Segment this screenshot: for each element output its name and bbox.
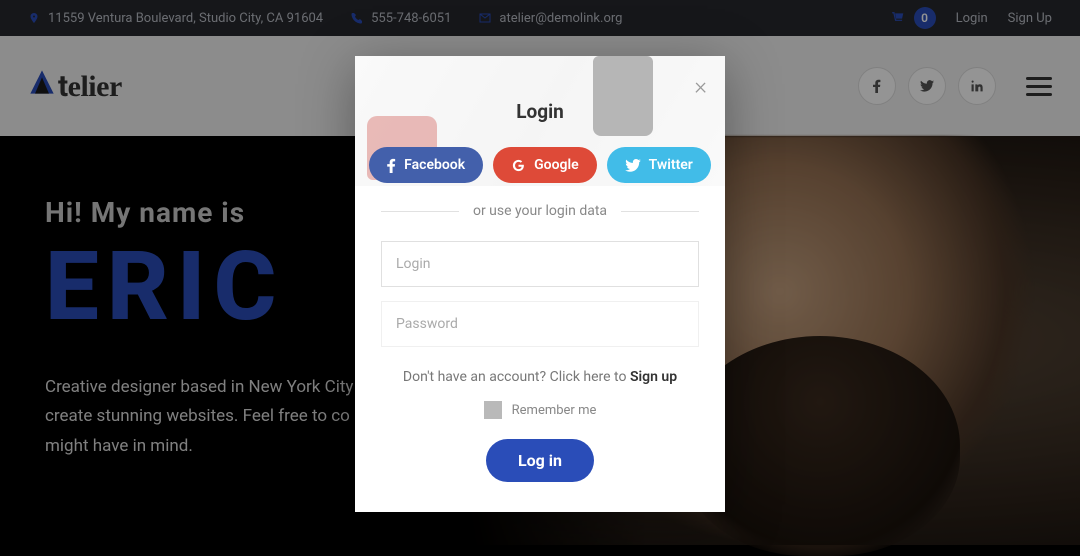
facebook-icon — [387, 158, 396, 173]
login-input[interactable] — [381, 241, 699, 287]
google-login-button[interactable]: Google — [493, 147, 597, 183]
google-icon — [511, 158, 526, 173]
remember-checkbox[interactable] — [484, 401, 502, 419]
cup-decoration — [593, 56, 653, 136]
remember-me[interactable]: Remember me — [381, 401, 699, 419]
login-modal: × Login Facebook Google Twitter or use y… — [355, 56, 725, 512]
close-icon[interactable]: × — [694, 72, 707, 100]
social-login-row: Facebook Google Twitter — [381, 147, 699, 183]
login-submit-button[interactable]: Log in — [486, 439, 594, 482]
remember-label: Remember me — [512, 403, 597, 418]
password-input[interactable] — [381, 301, 699, 347]
signup-prompt: Don't have an account? Click here to Sig… — [381, 369, 699, 385]
signup-link-modal[interactable]: Sign up — [630, 369, 677, 385]
facebook-login-button[interactable]: Facebook — [369, 147, 483, 183]
divider-text: or use your login data — [381, 203, 699, 219]
twitter-login-button[interactable]: Twitter — [607, 147, 711, 183]
modal-title: Login — [381, 100, 699, 123]
twitter-icon — [625, 159, 641, 172]
